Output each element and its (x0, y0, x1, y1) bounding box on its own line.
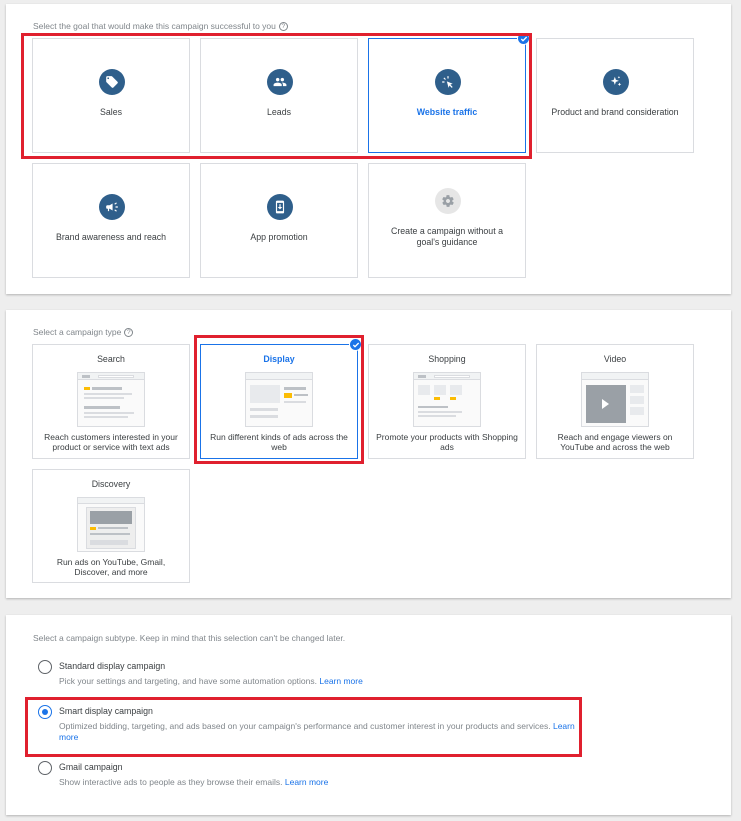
goal-card-app-promotion[interactable]: App promotion (200, 163, 358, 278)
campaign-type-display[interactable]: Display Run different kinds of ads acros… (200, 344, 358, 459)
radio-desc: Optimized bidding, targeting, and ads ba… (59, 721, 575, 742)
selected-check-icon (517, 32, 530, 45)
goal-card-leads[interactable]: Leads (200, 38, 358, 153)
sales-tag-icon (99, 69, 125, 95)
goal-label: Leads (267, 107, 291, 117)
megaphone-icon (99, 194, 125, 220)
website-traffic-cursor-icon (435, 69, 461, 95)
goal-label: Product and brand consideration (551, 107, 679, 117)
radio-desc: Pick your settings and targeting, and ha… (59, 676, 363, 686)
campaign-type-desc: Run different kinds of ads across the we… (210, 432, 348, 452)
leads-people-icon (267, 69, 293, 95)
mobile-app-icon (267, 194, 293, 220)
radio-title: Smart display campaign (59, 706, 153, 716)
campaign-type-panel: Select a campaign type ? Search Reach cu… (6, 310, 731, 598)
discovery-illustration (77, 497, 145, 552)
goal-label: Brand awareness and reach (55, 232, 167, 242)
campaign-subtype-panel: Select a campaign subtype. Keep in mind … (6, 615, 731, 815)
selected-check-icon (349, 338, 362, 351)
goal-label: Create a campaign without a goal's guida… (391, 226, 503, 247)
gear-icon (435, 188, 461, 214)
goal-prompt: Select the goal that would make this cam… (33, 21, 288, 31)
radio-title: Gmail campaign (59, 762, 123, 772)
campaign-type-title: Search (97, 354, 125, 364)
goal-card-product-brand-consideration[interactable]: Product and brand consideration (536, 38, 694, 153)
campaign-type-title: Shopping (428, 354, 466, 364)
goal-card-brand-awareness[interactable]: Brand awareness and reach (32, 163, 190, 278)
campaign-type-desc: Reach customers interested in your produ… (44, 432, 178, 452)
radio-gmail[interactable] (38, 761, 52, 775)
campaign-type-desc: Reach and engage viewers on YouTube and … (557, 432, 673, 452)
radio-title: Standard display campaign (59, 661, 166, 671)
help-icon[interactable]: ? (278, 21, 288, 31)
campaign-type-title: Discovery (91, 479, 131, 489)
search-illustration (77, 372, 145, 427)
goal-label: Website traffic (416, 107, 478, 117)
help-icon[interactable]: ? (124, 327, 134, 337)
goal-card-no-guidance[interactable]: Create a campaign without a goal's guida… (368, 163, 526, 278)
campaign-type-search[interactable]: Search Reach customers interested in you… (32, 344, 190, 459)
campaign-type-prompt: Select a campaign type ? (33, 327, 134, 337)
learn-more-link[interactable]: Learn more (285, 777, 328, 787)
goal-label: App promotion (250, 232, 308, 242)
display-illustration (245, 372, 313, 427)
goal-label: Sales (99, 107, 122, 117)
radio-smart-display[interactable] (38, 705, 52, 719)
shopping-illustration (413, 372, 481, 427)
sparkle-icon (603, 69, 629, 95)
campaign-type-title: Video (603, 354, 627, 364)
campaign-type-title: Display (263, 354, 295, 364)
goal-selection-panel: Select the goal that would make this cam… (6, 4, 731, 294)
campaign-type-desc: Run ads on YouTube, Gmail, Discover, and… (56, 557, 166, 577)
video-illustration (581, 372, 649, 427)
radio-standard-display[interactable] (38, 660, 52, 674)
campaign-type-desc: Promote your products with Shopping ads (376, 432, 518, 452)
radio-desc: Show interactive ads to people as they b… (59, 777, 329, 787)
campaign-type-video[interactable]: Video Reach and engage viewers on YouTub… (536, 344, 694, 459)
campaign-type-discovery[interactable]: Discovery Run ads on YouTube, Gmail, Dis… (32, 469, 190, 583)
goal-card-website-traffic[interactable]: Website traffic (368, 38, 526, 153)
campaign-subtype-prompt: Select a campaign subtype. Keep in mind … (33, 633, 346, 643)
learn-more-link[interactable]: Learn more (319, 676, 362, 686)
play-icon (602, 399, 609, 409)
campaign-type-shopping[interactable]: Shopping Promote your products with Shop… (368, 344, 526, 459)
goal-card-sales[interactable]: Sales (32, 38, 190, 153)
